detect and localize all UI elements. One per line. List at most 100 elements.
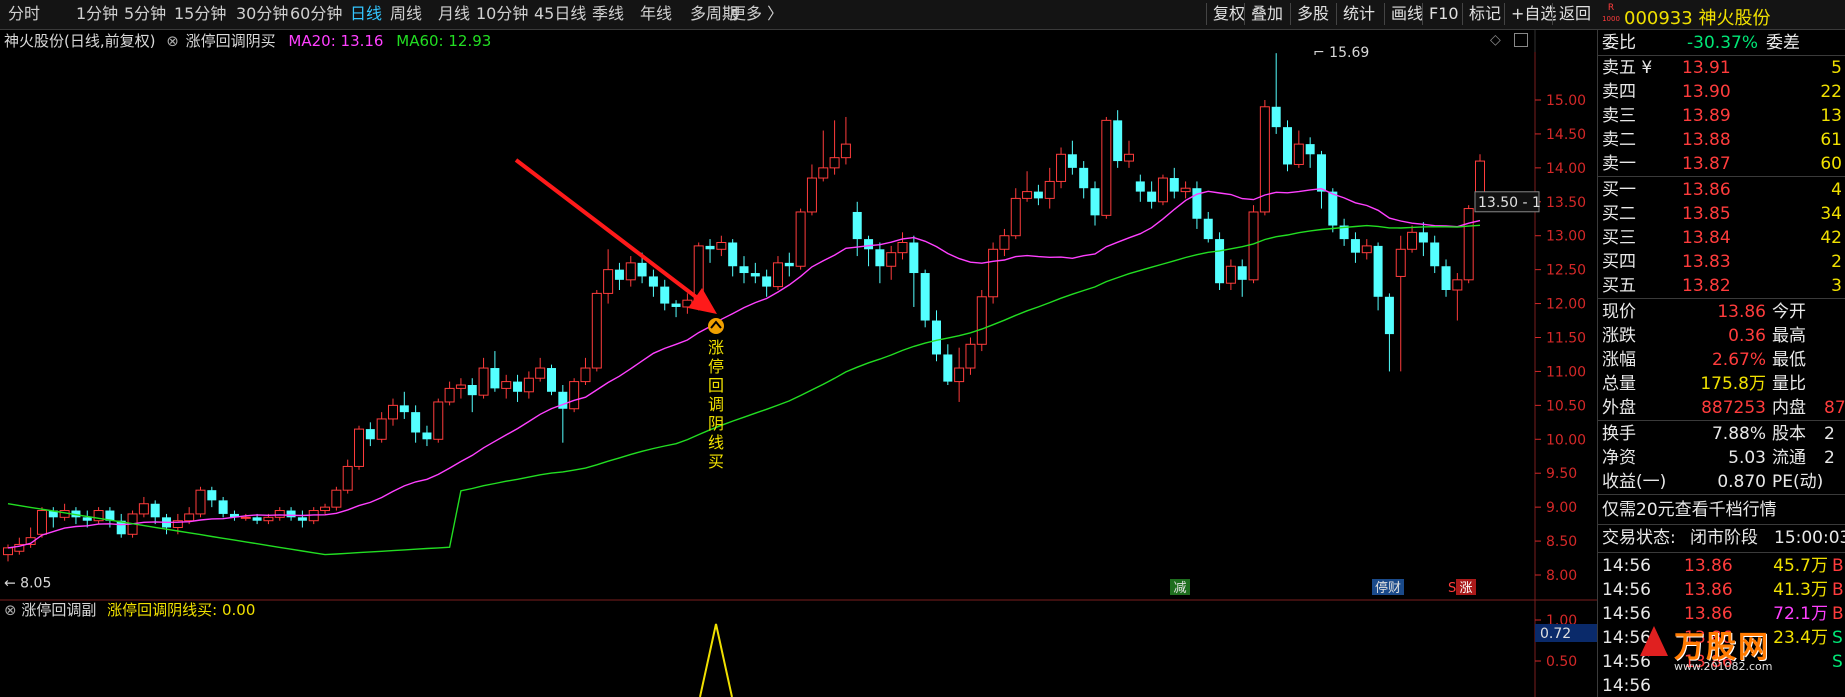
candle-body-up xyxy=(376,418,387,440)
toolbar-button-8[interactable]: 返回 xyxy=(1552,3,1597,25)
candle-body-down xyxy=(547,368,557,392)
period-4[interactable]: 30分钟 xyxy=(236,3,288,25)
sub-crosshair-value: 0.72 xyxy=(1540,626,1571,642)
signal-char: 线 xyxy=(708,433,724,452)
low-label: ← 8.05 xyxy=(4,576,51,592)
candle-body-up xyxy=(263,516,274,522)
candle-body-up xyxy=(840,143,851,159)
kline-chart[interactable]: 15.00 14.50 14.00 13.50 13.00 12.50 12.00 11.50… xyxy=(0,30,1597,697)
ask-row[interactable]: 卖一 13.87 60 xyxy=(1598,152,1845,176)
candle-body-up xyxy=(138,503,149,515)
candle-body-up xyxy=(1022,191,1033,199)
period-1[interactable]: 1分钟 xyxy=(76,3,118,25)
candle-body-down xyxy=(1328,191,1338,226)
bid-row[interactable]: 买一 13.86 4 xyxy=(1598,178,1845,202)
candle-body-down xyxy=(1305,144,1315,155)
sub-tick-label: 0.50 xyxy=(1546,654,1577,670)
stock-code-name[interactable]: 000933 神火股份 xyxy=(1624,4,1770,30)
divider xyxy=(1598,298,1845,299)
ask-row[interactable]: 卖三 13.89 13 xyxy=(1598,104,1845,128)
close-icon[interactable]: ⊗ xyxy=(4,601,17,619)
ask-row[interactable]: 卖二 13.88 61 xyxy=(1598,128,1845,152)
toolbar-button-5[interactable]: F10 xyxy=(1422,3,1465,25)
candle-body-down xyxy=(1373,245,1383,297)
candle-body-down xyxy=(1350,239,1360,253)
candle-body-down xyxy=(1033,191,1043,199)
period-12[interactable]: 年线 xyxy=(640,3,672,25)
candle-body-up xyxy=(433,401,444,440)
candle-body-down xyxy=(648,276,658,287)
price-tick-label: 11.50 xyxy=(1546,331,1586,347)
ma20-line xyxy=(7,187,1481,549)
signal-char: 回 xyxy=(708,376,724,395)
divider xyxy=(1598,494,1845,495)
candle-body-down xyxy=(411,412,421,433)
bid-row[interactable]: 买三 13.84 42 xyxy=(1598,226,1845,250)
quote-panel: 委比 -30.37% 委差 卖五 ¥13.91 5 卖四 13.90 22 卖三 13.89 13 卖… xyxy=(1597,30,1845,697)
ask-row[interactable]: 卖五 ¥13.91 5 xyxy=(1598,56,1845,80)
promo-link[interactable]: 仅需20元查看千档行情 xyxy=(1598,498,1845,522)
bid-row[interactable]: 买二 13.85 34 xyxy=(1598,202,1845,226)
candle-body-down xyxy=(1430,242,1440,267)
period-11[interactable]: 季线 xyxy=(592,3,624,25)
toolbar-button-2[interactable]: 多股 xyxy=(1290,3,1335,25)
stat-row: 涨幅 2.67% 最低 xyxy=(1602,350,1806,370)
period-7[interactable]: 周线 xyxy=(390,3,422,25)
period-6[interactable]: 日线 xyxy=(350,3,382,25)
watermark-url: www.201082.com xyxy=(1674,660,1773,673)
candle-body-up xyxy=(195,489,206,515)
candle-body-down xyxy=(705,245,715,250)
toolbar-button-1[interactable]: 叠加 xyxy=(1244,3,1289,25)
period-3[interactable]: 15分钟 xyxy=(174,3,226,25)
candle-body-down xyxy=(750,273,760,277)
candle-body-down xyxy=(943,354,953,382)
period-0[interactable]: 分时 xyxy=(8,3,40,25)
candle-body-down xyxy=(660,286,670,304)
watermark-logo: 万股网 www.201082.com xyxy=(1638,612,1845,682)
candle-body-up xyxy=(331,489,342,508)
candle-body-down xyxy=(1418,232,1428,243)
sub-indicator-name[interactable]: 涨停回调副 xyxy=(21,601,96,619)
candle-body-up xyxy=(1010,197,1021,237)
toolbar-button-3[interactable]: 统计 xyxy=(1336,3,1381,25)
candle-body-down xyxy=(1067,154,1077,168)
period-2[interactable]: 5分钟 xyxy=(124,3,166,25)
ask-row[interactable]: 卖四 13.90 22 xyxy=(1598,80,1845,104)
candle-body-down xyxy=(1441,266,1451,290)
candle-body-up xyxy=(1157,177,1168,203)
period-5[interactable]: 60分钟 xyxy=(290,3,342,25)
period-8[interactable]: 月线 xyxy=(438,3,470,25)
price-tick-label: 9.50 xyxy=(1546,466,1577,482)
candle-body-down xyxy=(1215,239,1225,284)
signal-char: 买 xyxy=(708,452,724,471)
candle-body-down xyxy=(739,266,749,274)
candle-body-down xyxy=(365,429,375,440)
candle-body-down xyxy=(1283,127,1293,165)
price-tick-label: 12.50 xyxy=(1546,263,1586,279)
candle-body-up xyxy=(240,516,251,519)
divider xyxy=(1598,176,1845,177)
candle-body-down xyxy=(1135,181,1145,192)
candle-body-up xyxy=(772,262,783,288)
bid-row[interactable]: 买五 13.82 3 xyxy=(1598,274,1845,298)
price-tick-label: 14.00 xyxy=(1546,161,1586,177)
stat-row: 总量 175.8万 量比 xyxy=(1602,374,1806,394)
period-10[interactable]: 45日线 xyxy=(534,3,586,25)
stat2-row: 收益(一) 0.870 PE(动) xyxy=(1602,472,1824,492)
candle-body-up xyxy=(897,242,908,254)
period-9[interactable]: 10分钟 xyxy=(476,3,528,25)
candle-body-down xyxy=(875,249,885,267)
toolbar-button-6[interactable]: 标记 xyxy=(1462,3,1507,25)
divider xyxy=(1598,420,1845,421)
price-tick-label: 11.00 xyxy=(1546,364,1586,380)
period-14[interactable]: 更多 〉 xyxy=(730,3,783,25)
stock-badge: R 1000 xyxy=(1602,3,1620,23)
candle-body-down xyxy=(399,405,409,413)
candle-body-up xyxy=(1293,143,1304,165)
bid-row[interactable]: 买四 13.83 2 xyxy=(1598,250,1845,274)
stock-code: 000933 xyxy=(1624,8,1693,29)
candle-body-up xyxy=(455,384,466,389)
candle-body-down xyxy=(931,320,941,355)
candle-body-up xyxy=(1225,265,1236,284)
price-tick-label: 12.00 xyxy=(1546,297,1586,313)
